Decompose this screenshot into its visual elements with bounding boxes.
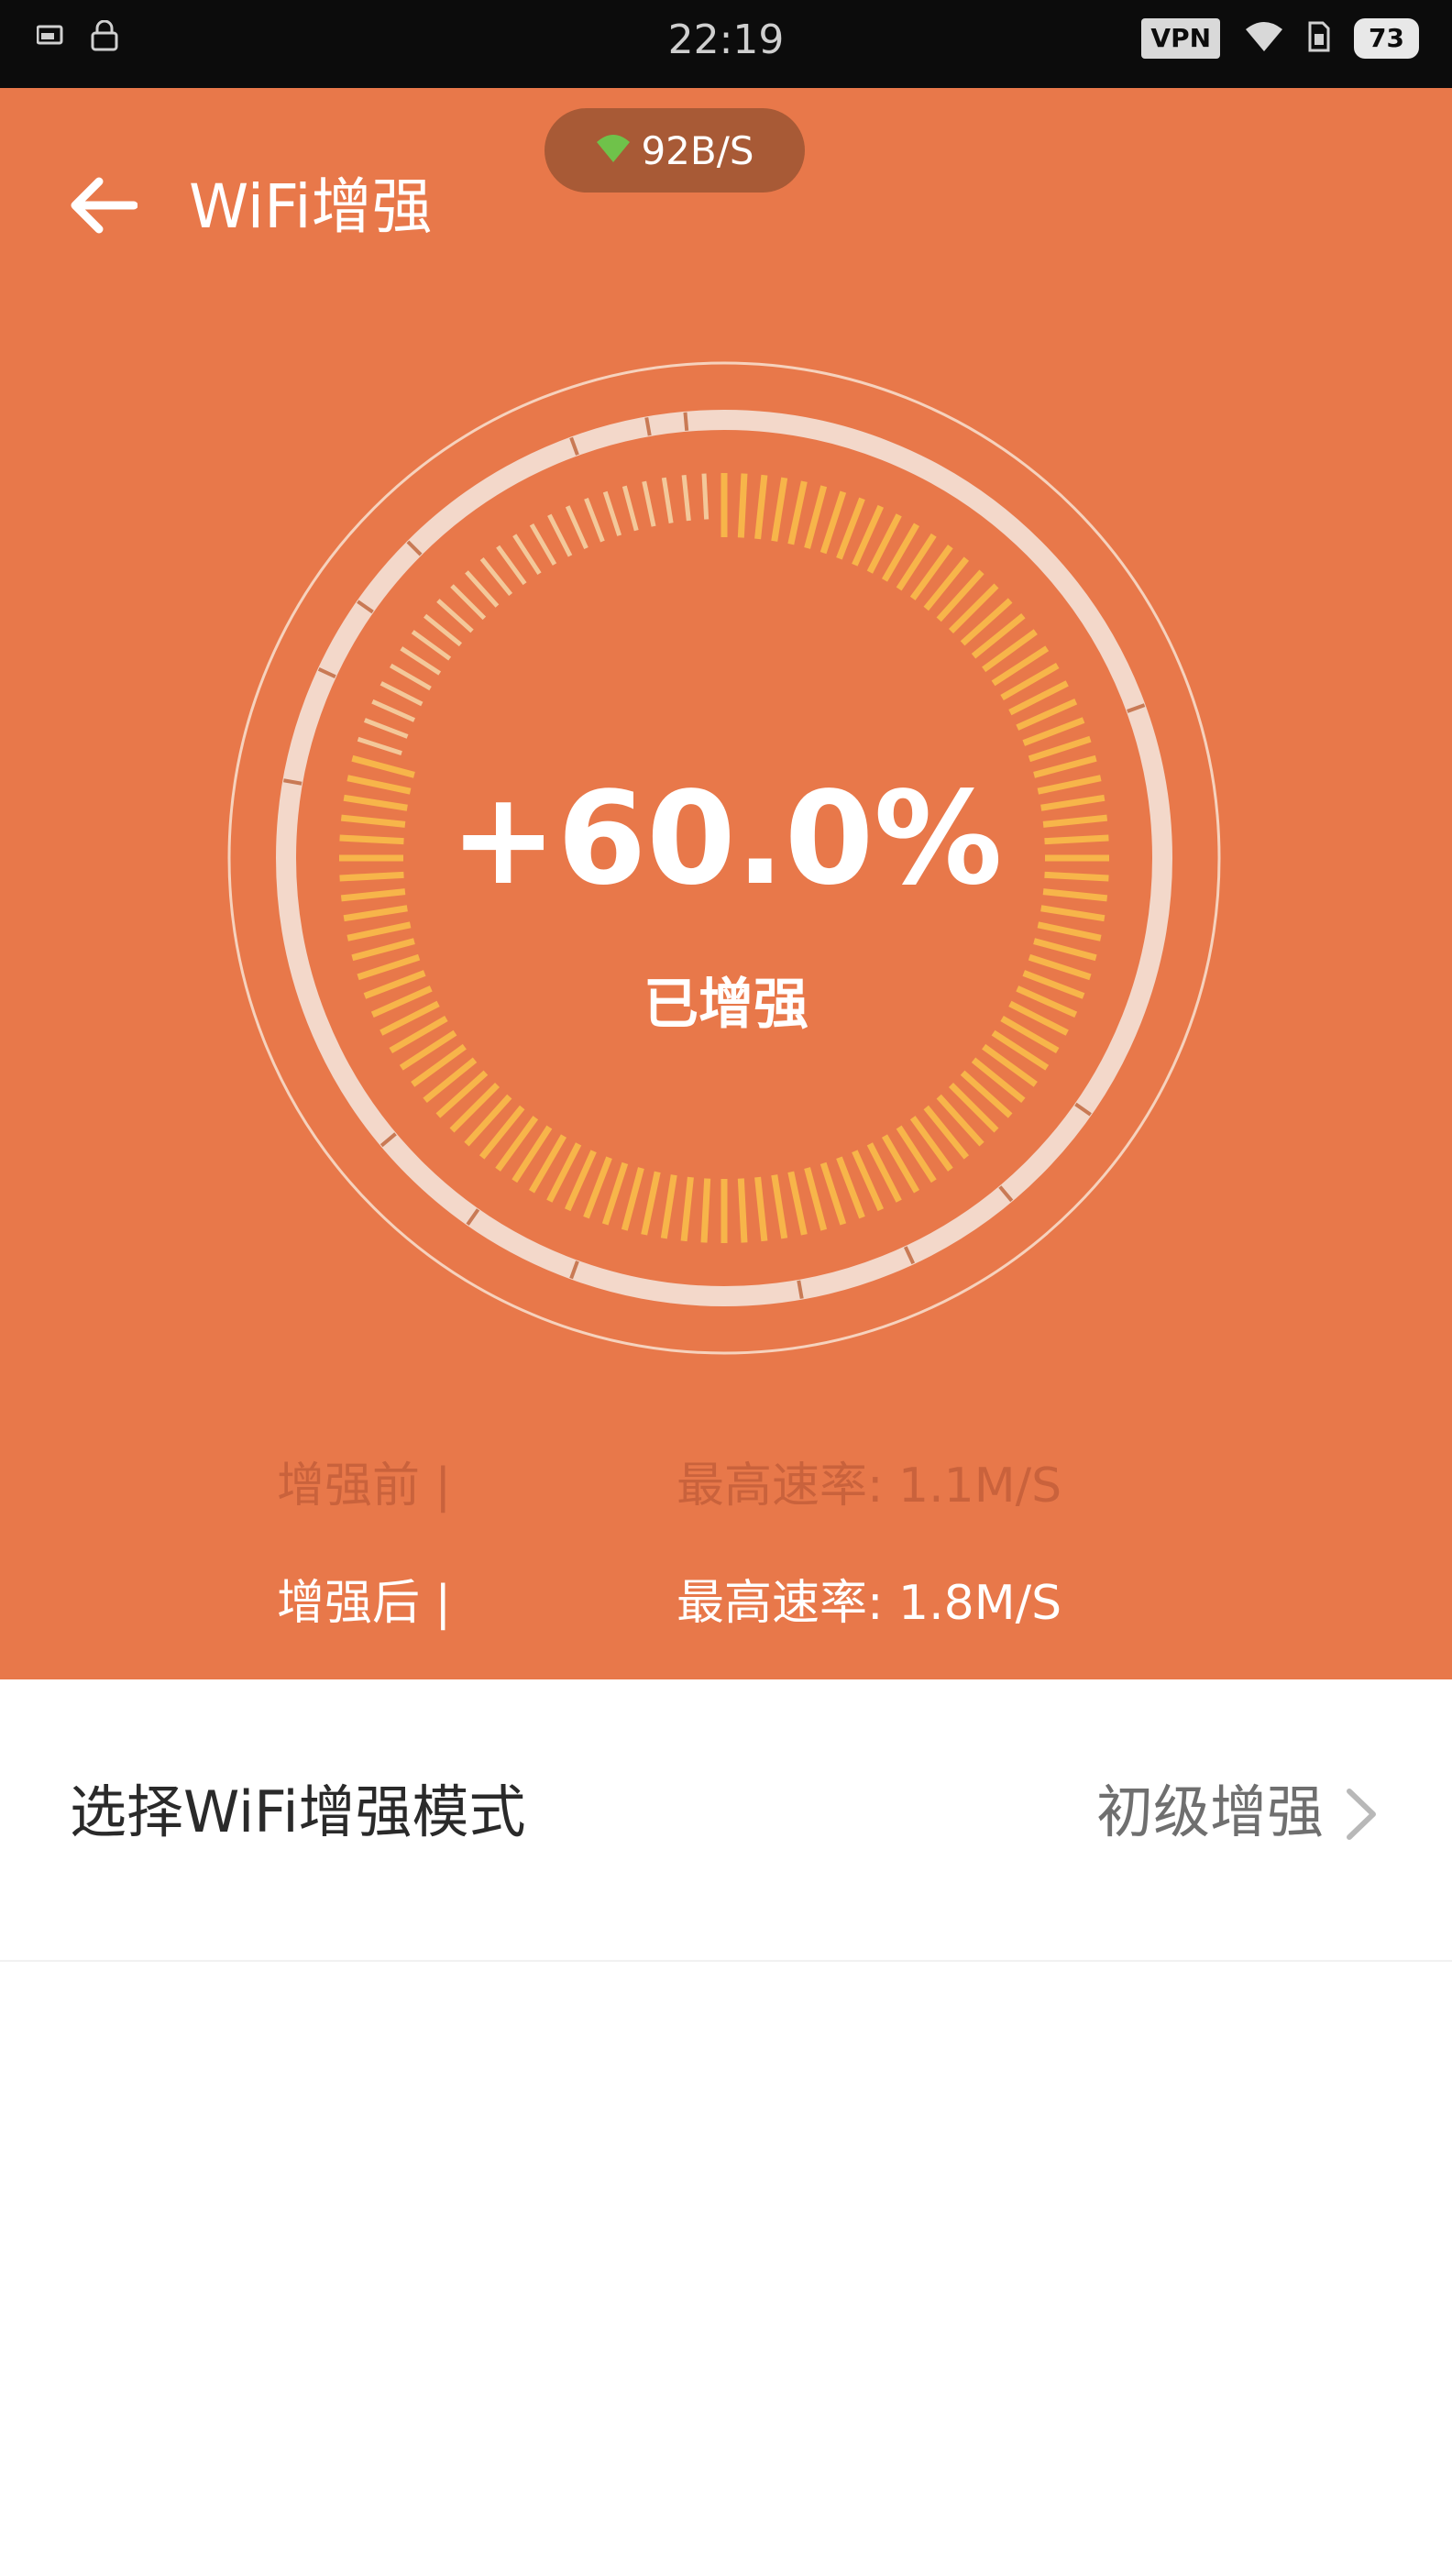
gauge-tick-57 <box>771 1174 788 1239</box>
mode-selector-title: 选择WiFi增强模式 <box>70 1778 526 1845</box>
gauge-tick-63 <box>660 1174 677 1239</box>
enhancement-percentage: +60.0% <box>449 765 1003 914</box>
hero-panel: 92B/S WiFi增强 +60.0% 已增强 增强前 | 最高速率: 1.1M… <box>0 88 1452 1679</box>
mode-selector-value: 初级增强 <box>1095 1778 1324 1845</box>
stat-after-value: 最高速率: 1.8M/S <box>676 1576 1062 1631</box>
gauge-tick-75 <box>449 1083 500 1133</box>
mode-selector-row[interactable]: 选择WiFi增强模式 初级增强 <box>0 1679 1452 1962</box>
gauge-tick-66 <box>601 1161 629 1226</box>
gauge-tick-44 <box>960 1070 1013 1118</box>
gauge-tick-109 <box>512 534 542 576</box>
page-title: WiFi增强 <box>189 171 433 242</box>
gauge-tick-111 <box>547 513 573 557</box>
wifi-leaf-icon <box>595 128 632 173</box>
gauge-tick-13 <box>923 556 970 611</box>
stat-before-label: 增强前 | <box>277 1459 452 1514</box>
stat-before-row: 增强前 | 最高速率: 1.1M/S <box>0 1445 1452 1527</box>
gauge-tick-73 <box>478 1105 525 1160</box>
screen: 22:19 VPN 73 92B/S WiFi增强 +60.0% 已增强 增强前… <box>0 0 1452 2576</box>
stat-after-row: 增强后 | 最高速率: 1.8M/S <box>0 1562 1452 1645</box>
gauge-tick-64 <box>641 1171 661 1236</box>
gauge-tick-103 <box>424 613 463 647</box>
gauge-tick-59 <box>737 1178 748 1243</box>
gauge-tick-62 <box>680 1176 694 1242</box>
gauge-tick-77 <box>423 1057 478 1104</box>
gauge-tick-96 <box>357 736 402 756</box>
gauge-tick-61 <box>700 1178 711 1243</box>
gauge-tick-112 <box>565 505 588 550</box>
gauge-notch-2 <box>683 412 689 431</box>
gauge-tick-108 <box>496 545 527 586</box>
gauge-tick-86 <box>346 921 412 941</box>
enhancement-status: 已增强 <box>644 973 808 1037</box>
gauge-tick-56 <box>787 1171 808 1236</box>
gauge-tick-65 <box>621 1167 644 1231</box>
gauge-tick-5 <box>804 485 828 549</box>
gauge-tick-76 <box>435 1070 489 1118</box>
gauge-tick-54 <box>820 1161 847 1226</box>
gauge-tick-115 <box>622 485 639 532</box>
gauge-tick-105 <box>450 584 487 621</box>
gauge-tick-114 <box>602 490 622 536</box>
gauge-tick-15 <box>949 583 999 633</box>
wifi-icon <box>1244 20 1284 57</box>
chevron-right-icon <box>1347 1789 1376 1840</box>
gauge-tick-16 <box>960 598 1013 646</box>
gauge-tick-107 <box>479 557 513 597</box>
gauge-tick-113 <box>584 498 605 543</box>
speed-text: 92B/S <box>641 127 754 173</box>
gauge-tick-4 <box>787 480 808 545</box>
network-speed-indicator: 92B/S <box>544 108 805 193</box>
stat-before-value: 最高速率: 1.1M/S <box>676 1459 1062 1514</box>
gauge-tick-85 <box>351 938 415 962</box>
battery-icon: 73 <box>1354 18 1419 59</box>
sim-icon <box>1308 21 1330 56</box>
stat-after-label: 增强后 | <box>277 1576 452 1631</box>
gauge-tick-104 <box>436 599 474 633</box>
gauge-tick-46 <box>936 1094 984 1147</box>
gauge-tick-97 <box>364 718 409 739</box>
gauge-tick-118 <box>681 475 691 522</box>
gauge-tick-119 <box>701 473 710 520</box>
status-bar: 22:19 VPN 73 <box>0 0 1452 88</box>
gauge-tick-117 <box>661 477 674 523</box>
gauge-tick-101 <box>400 646 442 676</box>
gauge-tick-2 <box>754 474 768 540</box>
gauge-tick-99 <box>380 681 424 707</box>
gauge-tick-102 <box>411 630 452 661</box>
gauge-tick-14 <box>936 569 984 622</box>
back-button[interactable] <box>57 160 148 251</box>
gauge-tick-3 <box>771 477 788 542</box>
gauge-tick-35 <box>1033 938 1097 962</box>
gauge-tick-98 <box>371 699 416 722</box>
gauge-tick-17 <box>971 612 1026 659</box>
status-right-icons: VPN 73 <box>1141 18 1419 59</box>
gauge-tick-100 <box>390 663 432 691</box>
gauge-tick-55 <box>804 1167 828 1231</box>
gauge-tick-47 <box>923 1105 970 1160</box>
gauge-tick-43 <box>971 1057 1026 1104</box>
gauge-tick-24 <box>1028 735 1092 763</box>
gauge-tick-74 <box>464 1094 512 1147</box>
gauge-tick-106 <box>465 570 500 608</box>
gauge-tick-1 <box>737 473 748 538</box>
gauge-tick-110 <box>529 523 557 566</box>
gauge-tick-34 <box>1037 921 1102 941</box>
gauge-tick-45 <box>949 1083 999 1133</box>
gauge-tick-6 <box>820 490 847 555</box>
content-area <box>0 1962 1452 2576</box>
gauge-tick-58 <box>754 1176 768 1242</box>
vpn-badge: VPN <box>1141 18 1221 59</box>
gauge-tick-116 <box>642 480 656 527</box>
arrow-left-icon <box>71 177 138 234</box>
